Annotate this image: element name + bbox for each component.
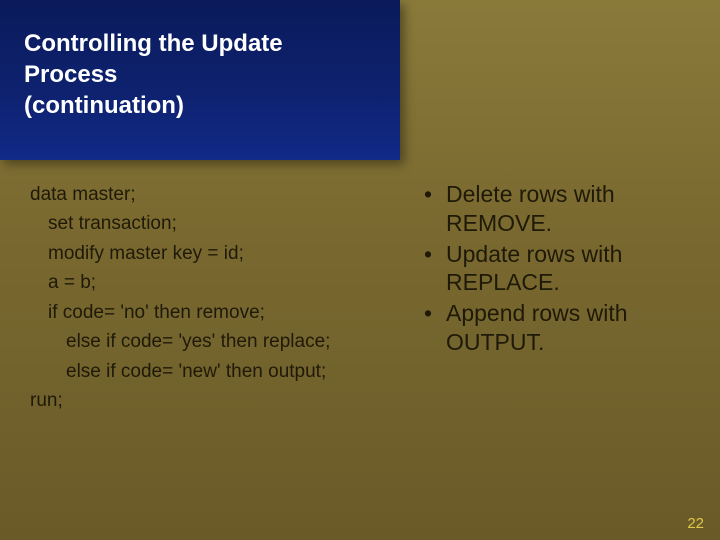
slide-title: Controlling the Update Process (continua… [24,28,382,122]
code-line: run; [30,386,420,415]
bullet-item: • Update rows with REPLACE. [424,240,700,298]
title-line-2: (continuation) [24,92,184,119]
slide: Controlling the Update Process (continua… [0,0,720,540]
bullet-text: Append rows with OUTPUT. [446,299,700,357]
title-line-1: Controlling the Update Process [24,30,283,88]
page-number: 22 [687,515,704,532]
bullet-text: Delete rows with REMOVE. [446,180,700,238]
bullet-list: • Delete rows with REMOVE. • Update rows… [420,180,700,416]
bullet-dot-icon: • [424,299,446,357]
code-line: set transaction; [30,209,420,238]
bullet-item: • Append rows with OUTPUT. [424,299,700,357]
title-bar: Controlling the Update Process (continua… [0,0,400,160]
bullet-item: • Delete rows with REMOVE. [424,180,700,238]
code-line: a = b; [30,268,420,297]
code-line: else if code= 'new' then output; [30,357,420,386]
code-line: modify master key = id; [30,239,420,268]
code-block: data master; set transaction; modify mas… [30,180,420,416]
code-line: data master; [30,180,420,209]
bullet-dot-icon: • [424,240,446,298]
code-line: if code= 'no' then remove; [30,298,420,327]
bullet-dot-icon: • [424,180,446,238]
bullet-text: Update rows with REPLACE. [446,240,700,298]
slide-body: data master; set transaction; modify mas… [30,180,700,416]
code-line: else if code= 'yes' then replace; [30,327,420,356]
